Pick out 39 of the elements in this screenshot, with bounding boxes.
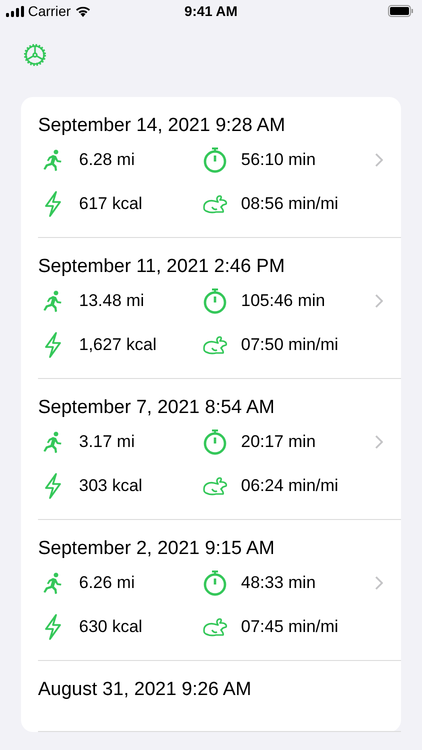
pace-value: 08:56 min/mi (241, 194, 338, 214)
stopwatch-icon (202, 147, 228, 173)
pace-value: 07:45 min/mi (241, 617, 338, 637)
duration-value: 56:10 min (241, 150, 316, 170)
distance-value: 13.48 mi (79, 291, 144, 311)
settings-icon[interactable] (22, 42, 48, 68)
stopwatch-icon (202, 429, 228, 455)
rabbit-icon (202, 335, 228, 355)
workout-date[interactable]: August 31, 2021 9:26 AM (38, 679, 401, 711)
calories-value: 630 kcal (79, 617, 142, 637)
rabbit-icon (202, 476, 228, 496)
rabbit-icon (202, 617, 228, 637)
distance-value: 6.26 mi (79, 573, 135, 593)
chevron-icon[interactable] (375, 294, 383, 308)
workout-date[interactable]: September 2, 2021 9:15 AM (38, 538, 401, 570)
chevron-icon[interactable] (375, 435, 383, 449)
workout-date[interactable]: September 11, 2021 2:46 PM (38, 256, 401, 288)
distance-value: 6.28 mi (79, 150, 135, 170)
workout-date[interactable]: September 7, 2021 8:54 AM (38, 397, 401, 429)
stopwatch-icon (202, 288, 228, 314)
battery-icon (388, 5, 414, 17)
signal-icon (6, 6, 24, 16)
duration-value: 20:17 min (241, 432, 316, 452)
pace-value: 06:24 min/mi (241, 476, 338, 496)
chevron-icon[interactable] (375, 576, 383, 590)
calories-value: 617 kcal (79, 194, 142, 214)
calories-value: 303 kcal (79, 476, 142, 496)
workout-date[interactable]: September 14, 2021 9:28 AM (38, 115, 401, 147)
rabbit-icon (202, 194, 228, 214)
stopwatch-icon (202, 570, 228, 596)
chevron-icon[interactable] (375, 153, 383, 167)
duration-value: 105:46 min (241, 291, 326, 311)
pace-value: 07:50 min/mi (241, 335, 338, 355)
wifi-icon (74, 5, 91, 17)
status-time: 9:41 AM (183, 3, 239, 19)
carrier-label: Carrier (28, 3, 71, 19)
calories-value: 1,627 kcal (79, 335, 156, 355)
duration-value: 48:33 min (241, 573, 316, 593)
distance-value: 3.17 mi (79, 432, 135, 452)
